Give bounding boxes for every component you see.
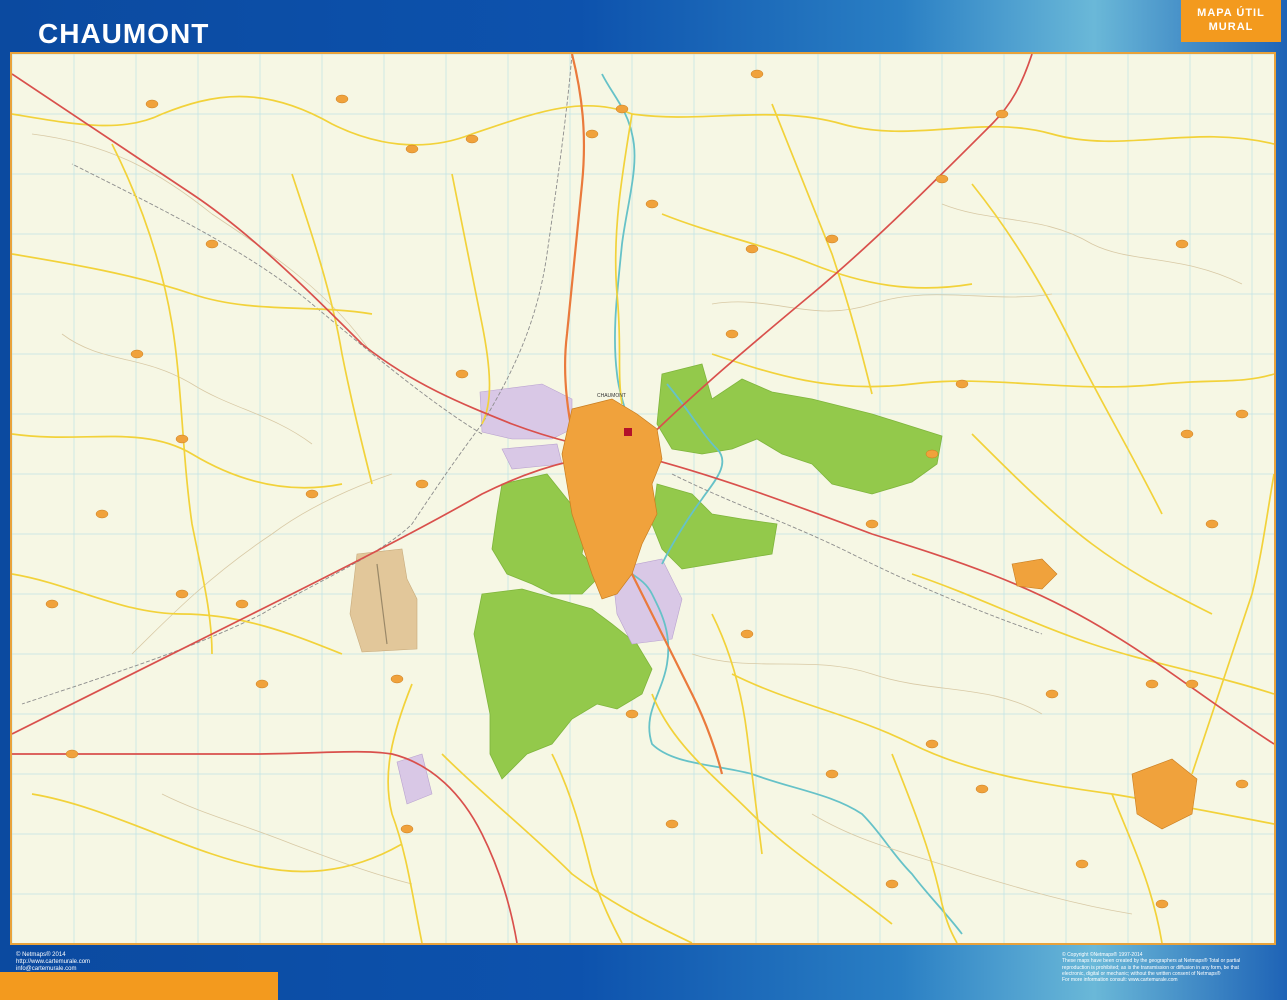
village bbox=[305, 489, 319, 499]
village bbox=[175, 589, 189, 599]
footer-accent-bar bbox=[0, 972, 278, 1000]
village bbox=[335, 94, 349, 104]
map-canvas: CHAUMONT bbox=[12, 54, 1274, 943]
village bbox=[825, 234, 839, 244]
brand-badge[interactable]: MAPA ÚTIL MURAL bbox=[1181, 0, 1281, 42]
village bbox=[1045, 689, 1059, 699]
village bbox=[400, 824, 414, 834]
village bbox=[205, 239, 219, 249]
village bbox=[975, 784, 989, 794]
village bbox=[935, 174, 949, 184]
village bbox=[615, 104, 629, 114]
village bbox=[145, 99, 159, 109]
footer-copyright: © Copyright ©Netmaps® 1997-2014 These ma… bbox=[1062, 952, 1277, 983]
village bbox=[740, 629, 754, 639]
footer-left: © Netmaps® 2014 http://www.cartemurale.c… bbox=[16, 952, 90, 973]
village bbox=[65, 749, 79, 759]
footer-left-line: © Netmaps® 2014 bbox=[16, 952, 66, 958]
village bbox=[175, 434, 189, 444]
street-map[interactable]: CHAUMONT bbox=[10, 52, 1276, 945]
village bbox=[455, 369, 469, 379]
village bbox=[1075, 859, 1089, 869]
village bbox=[45, 599, 59, 609]
village bbox=[665, 819, 679, 829]
village bbox=[1145, 679, 1159, 689]
village bbox=[1235, 779, 1249, 789]
village bbox=[130, 349, 144, 359]
village bbox=[885, 879, 899, 889]
village bbox=[255, 679, 269, 689]
village bbox=[405, 144, 419, 154]
village bbox=[925, 449, 939, 459]
badge-line-1: MAPA ÚTIL bbox=[1197, 7, 1265, 19]
map-poster: CHAUMONT MAPA ÚTIL MURAL CHAUMONT © Netm… bbox=[0, 0, 1287, 1000]
footer-left-line[interactable]: http://www.cartemurale.com bbox=[16, 959, 90, 966]
village bbox=[95, 509, 109, 519]
village bbox=[995, 109, 1009, 119]
village bbox=[725, 329, 739, 339]
village bbox=[865, 519, 879, 529]
village bbox=[955, 379, 969, 389]
village bbox=[1155, 899, 1169, 909]
village bbox=[415, 479, 429, 489]
airfield bbox=[349, 548, 418, 653]
village bbox=[750, 69, 764, 79]
badge-line-2: MURAL bbox=[1208, 21, 1254, 33]
village bbox=[925, 739, 939, 749]
village bbox=[390, 674, 404, 684]
village bbox=[235, 599, 249, 609]
village bbox=[745, 244, 759, 254]
map-title: CHAUMONT bbox=[38, 18, 210, 49]
village bbox=[585, 129, 599, 139]
copyright-line: For more information consult: www.cartem… bbox=[1062, 977, 1178, 984]
village bbox=[1180, 429, 1194, 439]
village bbox=[645, 199, 659, 209]
village bbox=[1205, 519, 1219, 529]
village bbox=[825, 769, 839, 779]
village bbox=[465, 134, 479, 144]
village bbox=[1175, 239, 1189, 249]
village bbox=[1185, 679, 1199, 689]
village bbox=[1235, 409, 1249, 419]
village bbox=[625, 709, 639, 719]
city-label: CHAUMONT bbox=[597, 393, 626, 399]
